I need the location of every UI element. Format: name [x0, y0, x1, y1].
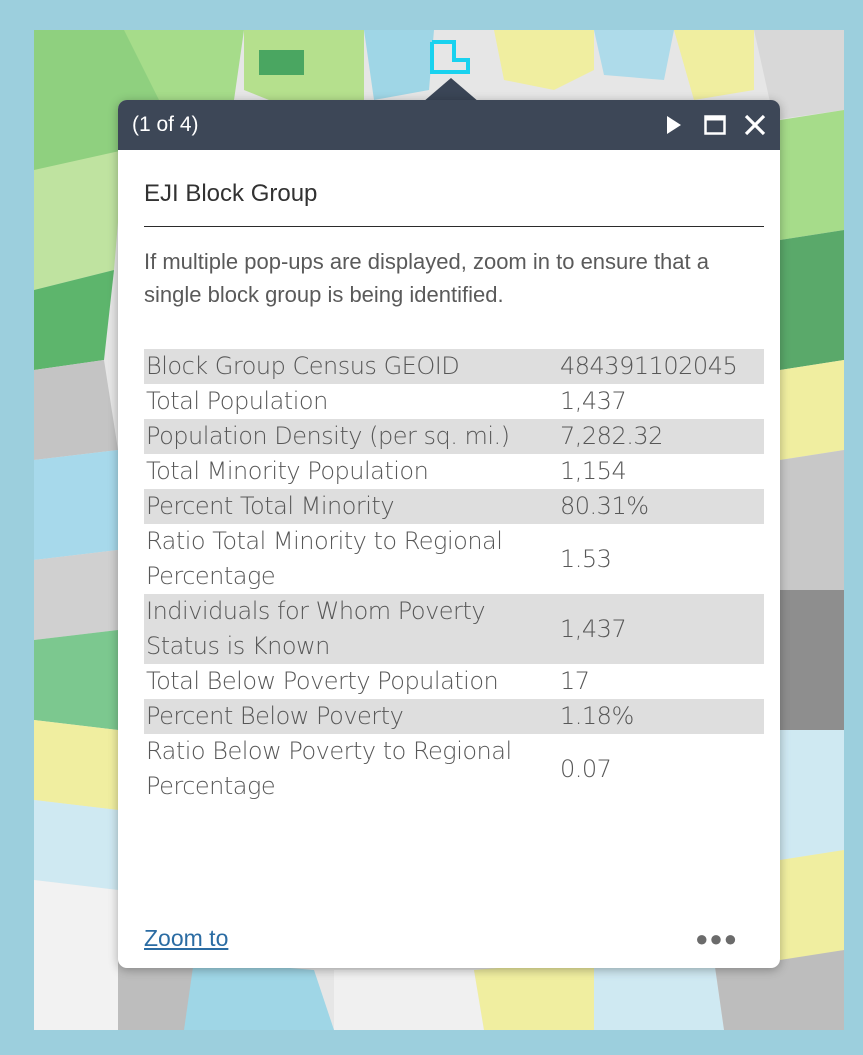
popup-counter: (1 of 4)	[132, 113, 199, 136]
table-row: Population Density (per sq. mi.) 7,282.3…	[144, 419, 764, 454]
field-label: Percent Total Minority	[144, 489, 558, 524]
field-label: Ratio Total Minority to Regional Percent…	[146, 527, 503, 590]
popup-header: (1 of 4)	[118, 100, 780, 150]
table-row: Percent Below Poverty 1.18%	[144, 699, 764, 734]
maximize-icon[interactable]	[704, 115, 726, 135]
field-value: 1.53	[560, 544, 612, 573]
field-label: Individuals for Whom Poverty Status is K…	[144, 594, 558, 664]
popup-body: EJI Block Group If multiple pop-ups are …	[118, 180, 780, 804]
zoom-to-link[interactable]: Zoom to	[144, 925, 228, 952]
table-row: Total Minority Population 1,154	[144, 454, 764, 489]
field-value: 1,437	[558, 594, 764, 664]
feature-popup: (1 of 4) EJI Block Group If multiple pop…	[118, 100, 780, 968]
field-label: Population Density (per sq. mi.)	[144, 419, 558, 454]
field-value: 0.07	[560, 754, 612, 783]
field-label: Total Population	[146, 387, 328, 415]
field-label: Ratio Below Poverty to Regional Percenta…	[146, 737, 512, 800]
field-label: Block Group Census GEOID	[144, 349, 558, 384]
field-value: 1,154	[560, 457, 627, 485]
table-row: Ratio Total Minority to Regional Percent…	[144, 524, 764, 594]
field-label: Percent Below Poverty	[144, 699, 558, 734]
attribute-table: Block Group Census GEOID 484391102045 To…	[144, 349, 764, 804]
popup-footer: Zoom to ●●●	[144, 925, 738, 952]
field-label: Total Minority Population	[146, 457, 429, 485]
popup-title: EJI Block Group	[144, 180, 764, 227]
popup-pointer	[423, 78, 479, 102]
table-row: Ratio Below Poverty to Regional Percenta…	[144, 734, 764, 804]
table-row: Total Population 1,437	[144, 384, 764, 419]
field-value: 1,437	[560, 387, 627, 415]
field-value: 17	[560, 667, 590, 695]
field-label: Total Below Poverty Population	[146, 667, 499, 695]
field-value: 80.31%	[558, 489, 764, 524]
table-row: Percent Total Minority 80.31%	[144, 489, 764, 524]
field-value: 1.18%	[558, 699, 764, 734]
table-row: Block Group Census GEOID 484391102045	[144, 349, 764, 384]
more-options-icon[interactable]: ●●●	[695, 926, 738, 952]
table-row: Individuals for Whom Poverty Status is K…	[144, 594, 764, 664]
close-icon[interactable]	[744, 114, 766, 136]
popup-description: If multiple pop-ups are displayed, zoom …	[144, 249, 709, 307]
play-icon[interactable]	[666, 115, 682, 135]
field-value: 484391102045	[558, 349, 764, 384]
table-row: Total Below Poverty Population 17	[144, 664, 764, 699]
field-value: 7,282.32	[558, 419, 764, 454]
